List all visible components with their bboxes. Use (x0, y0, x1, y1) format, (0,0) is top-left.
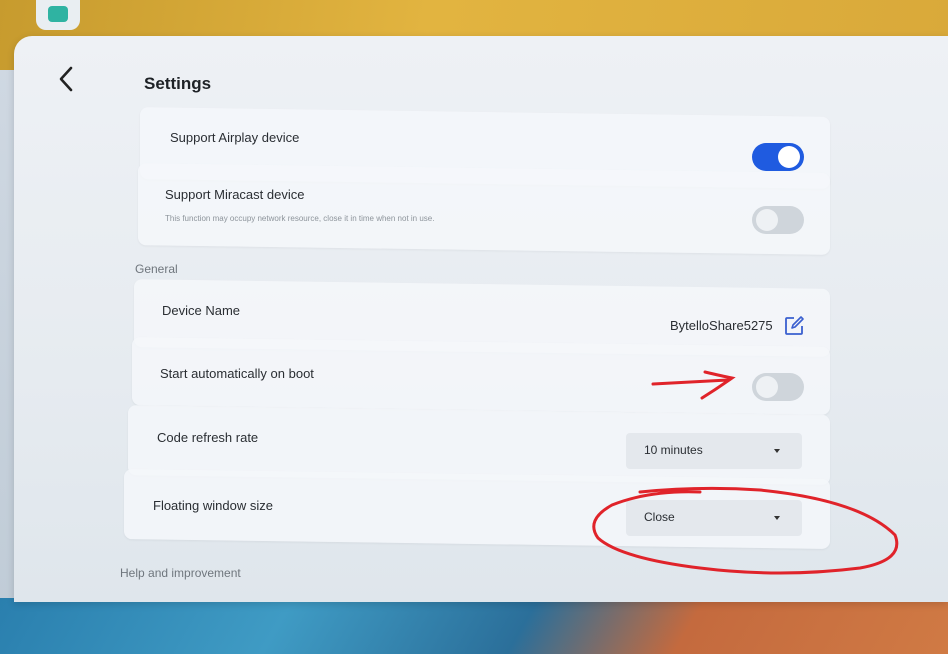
airplay-toggle[interactable] (752, 143, 804, 171)
section-general: General (135, 262, 178, 276)
floating-window-label: Floating window size (153, 498, 273, 513)
airplay-label: Support Airplay device (170, 130, 300, 145)
miracast-toggle[interactable] (752, 206, 804, 234)
refresh-rate-label: Code refresh rate (157, 430, 259, 445)
refresh-rate-value: 10 minutes (644, 443, 703, 457)
toggle-knob (778, 146, 800, 168)
toggle-knob (756, 209, 778, 231)
section-help: Help and improvement (120, 566, 241, 580)
page-title: Settings (144, 74, 212, 93)
chevron-down-icon (774, 516, 780, 520)
miracast-description: This function may occupy network resourc… (165, 214, 435, 223)
refresh-rate-select[interactable]: 10 minutes (626, 433, 802, 469)
autostart-label: Start automatically on boot (160, 366, 314, 381)
desktop-background-bottom (0, 598, 948, 654)
miracast-label: Support Miracast device (165, 187, 305, 202)
device-name-label: Device Name (162, 303, 241, 318)
floating-window-select[interactable]: Close (626, 500, 802, 536)
app-icon[interactable] (36, 0, 80, 30)
device-name-value: BytelloShare5275 (670, 318, 773, 333)
edit-icon[interactable] (783, 315, 805, 337)
app-glyph-icon (48, 6, 68, 22)
floating-window-value: Close (644, 510, 675, 524)
miracast-row (138, 163, 830, 255)
autostart-toggle[interactable] (752, 373, 804, 401)
back-chevron-icon[interactable] (58, 66, 82, 96)
chevron-down-icon (774, 449, 780, 453)
toggle-knob (756, 376, 778, 398)
